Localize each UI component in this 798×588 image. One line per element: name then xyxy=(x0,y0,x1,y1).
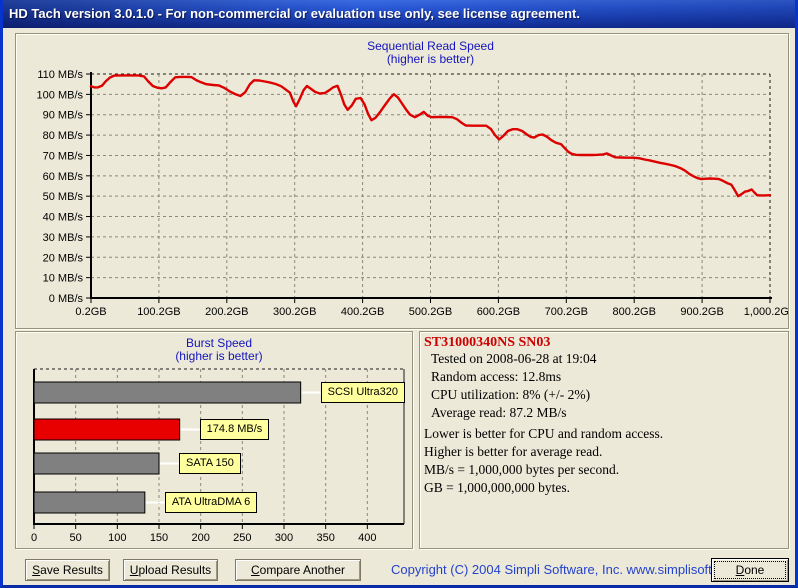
y-tick-label: 10 MB/s xyxy=(43,273,84,285)
x-tick-label: 300.2GB xyxy=(273,306,316,318)
y-tick-label: 100 MB/s xyxy=(37,89,84,101)
sequential-read-chart: 0 MB/s 10 MB/s 20 MB/s 30 MB/s 40 MB/s 50 MB/… xyxy=(37,69,789,318)
y-tick-label: 110 MB/s xyxy=(37,69,83,81)
done-button[interactable]: Done xyxy=(711,558,789,582)
compare-another-drive-button[interactable]: Compare Another Drive xyxy=(235,559,361,585)
x-tick-label: 200.2GB xyxy=(205,306,248,318)
x-tick-label: 700.2GB xyxy=(545,306,588,318)
burst-tick-label: 200 xyxy=(191,532,209,544)
y-tick-label: 80 MB/s xyxy=(43,130,84,142)
tested-on-line: Tested on 2008-06-28 at 19:04 xyxy=(431,351,597,366)
y-tick-label: 40 MB/s xyxy=(43,212,84,224)
window-title: HD Tach version 3.0.1.0 - For non-commer… xyxy=(9,6,580,21)
drive-info-panel: ST31000340NS SN03 Tested on 2008-06-28 a… xyxy=(419,331,789,549)
x-tick-label: 500.2GB xyxy=(409,306,452,318)
burst-bar xyxy=(33,418,181,441)
average-read-line: Average read: 87.2 MB/s xyxy=(431,405,567,420)
x-tick-label: 0.2GB xyxy=(75,306,106,318)
y-tick-label: 90 MB/s xyxy=(43,110,84,122)
hd-tach-window: HD Tach version 3.0.1.0 - For non-commer… xyxy=(0,0,798,588)
note-mbs-definition: MB/s = 1,000,000 bytes per second. xyxy=(424,462,620,477)
y-tick-label: 0 MB/s xyxy=(49,293,84,305)
x-tick-label: 100.2GB xyxy=(137,306,180,318)
burst-tick-label: 400 xyxy=(358,532,376,544)
bar-label: SATA 150 xyxy=(179,453,241,474)
window-titlebar[interactable]: HD Tach version 3.0.1.0 - For non-commer… xyxy=(3,0,795,28)
note-gb-definition: GB = 1,000,000,000 bytes. xyxy=(424,480,570,495)
bar-label: SCSI Ultra320 xyxy=(320,382,405,403)
burst-bar xyxy=(33,491,146,514)
bar-label: ATA UltraDMA 6 xyxy=(164,492,258,513)
x-tick-label: 900.2GB xyxy=(680,306,723,318)
y-tick-label: 20 MB/s xyxy=(43,252,84,264)
burst-tick-label: 150 xyxy=(150,532,168,544)
y-tick-label: 70 MB/s xyxy=(43,150,84,162)
burst-speed-chart: 0 50 100 150 200 250 300 350 400 xyxy=(31,368,405,544)
burst-tick-label: 100 xyxy=(108,532,126,544)
burst-tick-label: 350 xyxy=(316,532,334,544)
note-lower-better: Lower is better for CPU and random acces… xyxy=(424,426,664,441)
burst-tick-label: 300 xyxy=(275,532,293,544)
x-tick-label: 800.2GB xyxy=(612,306,655,318)
x-tick-label: 1,000.2GB xyxy=(744,306,789,318)
burst-tick-label: 250 xyxy=(233,532,251,544)
upload-results-button[interactable]: Upload Results xyxy=(123,559,218,581)
x-tick-label: 400.2GB xyxy=(341,306,384,318)
y-tick-label: 50 MB/s xyxy=(43,191,84,203)
burst-tick-label: 0 xyxy=(31,532,37,544)
save-results-button[interactable]: Save Results xyxy=(25,559,110,581)
burst-tick-label: 50 xyxy=(70,532,82,544)
sequential-read-chart-panel: Sequential Read Speed (higher is better)… xyxy=(15,33,789,329)
x-tick-label: 600.2GB xyxy=(477,306,520,318)
drive-name: ST31000340NS SN03 xyxy=(424,335,551,350)
burst-bar xyxy=(33,381,302,404)
cpu-utilization-line: CPU utilization: 8% (+/- 2%) xyxy=(431,387,591,402)
burst-bar xyxy=(33,452,160,475)
bar-label: 174.8 MB/s xyxy=(199,419,270,440)
note-higher-better: Higher is better for average read. xyxy=(424,444,603,459)
y-tick-label: 60 MB/s xyxy=(43,171,84,183)
burst-speed-chart-panel: Burst Speed (higher is better) 0 50 100 150… xyxy=(15,331,413,549)
random-access-line: Random access: 12.8ms xyxy=(431,369,562,384)
y-tick-label: 30 MB/s xyxy=(43,232,84,244)
